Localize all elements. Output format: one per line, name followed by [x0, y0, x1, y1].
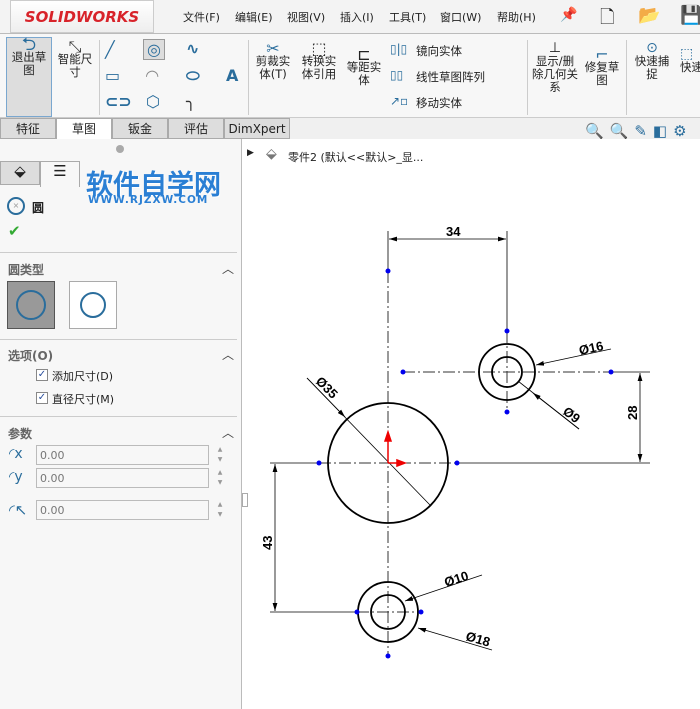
dim-dia35[interactable]: Ø35	[313, 374, 341, 402]
dim-dia18[interactable]: Ø18	[464, 628, 492, 649]
dim-43[interactable]: 43	[260, 536, 275, 550]
dim-34[interactable]: 34	[446, 224, 461, 239]
dimension-lines	[270, 231, 650, 651]
origin-icon	[383, 429, 408, 468]
dim-dia9[interactable]: Ø9	[560, 404, 583, 426]
dim-dia10[interactable]: Ø10	[442, 568, 470, 590]
centerlines	[319, 271, 611, 656]
sketch-circles[interactable]	[327, 343, 536, 643]
dim-dia16[interactable]: Ø16	[578, 338, 605, 358]
dim-28[interactable]: 28	[625, 406, 640, 420]
sketch-canvas[interactable]: 34 28 43 Ø35 Ø16 Ø9 Ø10 Ø18	[0, 0, 700, 709]
